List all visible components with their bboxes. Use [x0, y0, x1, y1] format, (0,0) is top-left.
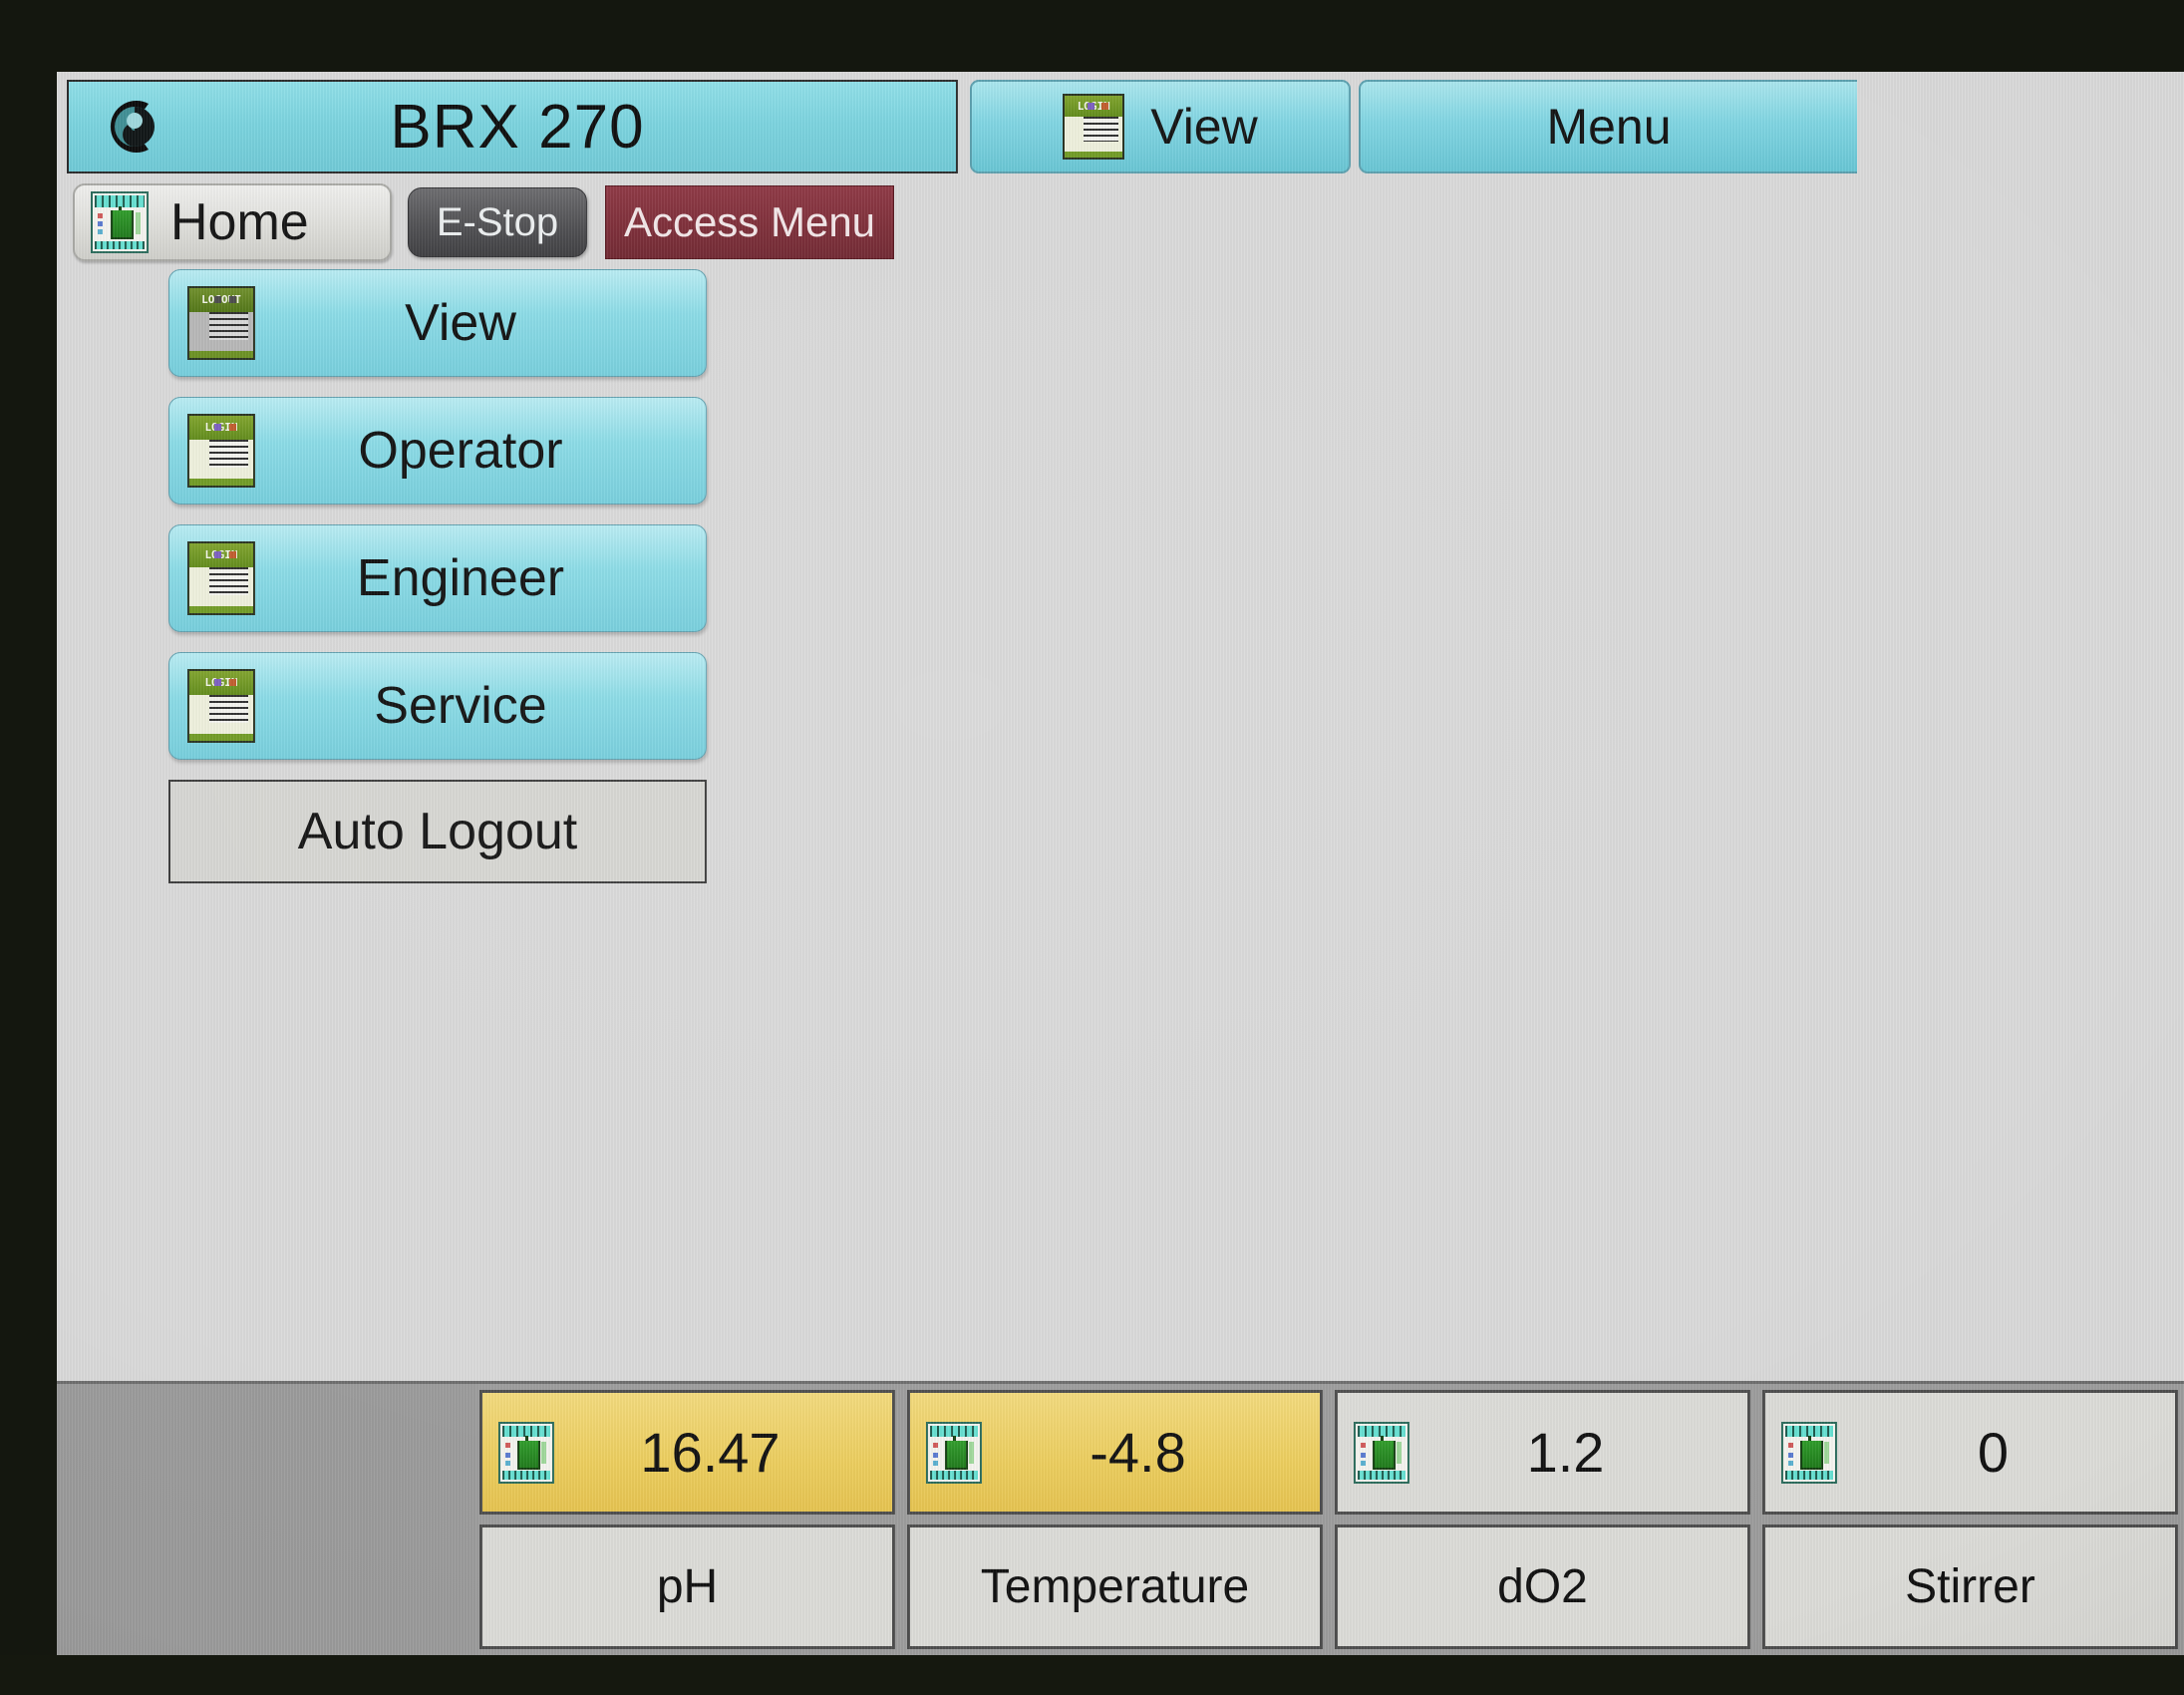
bioreactor-icon: [1354, 1421, 1409, 1484]
bezel-top: [0, 0, 2184, 72]
estop-button[interactable]: E-Stop: [408, 187, 587, 257]
photographed-hmi-panel: BRX 270 LOGIN View Menu: [0, 0, 2184, 1695]
status-label-stirrer[interactable]: Stirrer: [1762, 1525, 2178, 1649]
access-item-operator[interactable]: LOGIN Operator: [168, 397, 707, 505]
status-label-do2[interactable]: dO2: [1335, 1525, 1750, 1649]
bioreactor-icon: [498, 1421, 554, 1484]
status-value-stirrer[interactable]: 0: [1762, 1390, 2178, 1515]
bezel-left: [0, 0, 57, 1695]
status-value-do2-number: 1.2: [1526, 1421, 1605, 1484]
login-icon: LOGIN: [187, 541, 255, 615]
access-menu-label: Access Menu: [623, 198, 876, 245]
status-label-temperature[interactable]: Temperature: [907, 1525, 1323, 1649]
status-channel-ph: 16.47 pH: [479, 1390, 895, 1649]
status-channel-stirrer: 0 Stirrer: [1762, 1390, 2178, 1649]
logout-icon: LOGOUT: [187, 286, 255, 360]
auto-logout-label: Auto Logout: [297, 803, 578, 860]
swirl-logo-icon: [83, 92, 178, 162]
status-bar: 16.47 pH -4.8 Temperature 1.2 dO2 0 Stir…: [57, 1381, 2184, 1655]
status-value-do2[interactable]: 1.2: [1335, 1390, 1750, 1515]
header-view-button[interactable]: LOGIN View: [970, 80, 1351, 173]
status-bar-spacer: [57, 1384, 475, 1655]
access-level-list: LOGOUT View LOGIN Operator: [168, 269, 707, 883]
status-channel-grid: 16.47 pH -4.8 Temperature 1.2 dO2 0 Stir…: [479, 1390, 2178, 1649]
bioreactor-icon: [926, 1421, 982, 1484]
status-value-temperature-number: -4.8: [1090, 1421, 1186, 1484]
login-icon: LOGIN: [187, 414, 255, 488]
status-channel-do2: 1.2 dO2: [1335, 1390, 1750, 1649]
home-button[interactable]: Home: [73, 183, 392, 261]
bezel-bottom: [0, 1655, 2184, 1695]
access-item-engineer-label: Engineer: [356, 549, 565, 607]
access-item-view-label: View: [405, 294, 516, 352]
auto-logout-button[interactable]: Auto Logout: [168, 780, 707, 883]
status-label-ph[interactable]: pH: [479, 1525, 895, 1649]
page-title: BRX 270: [390, 92, 645, 162]
access-menu-button[interactable]: Access Menu: [605, 185, 894, 259]
status-value-temperature[interactable]: -4.8: [907, 1390, 1323, 1515]
header-view-label: View: [1150, 99, 1258, 155]
hmi-screen: BRX 270 LOGIN View Menu: [57, 72, 2184, 1655]
estop-button-label: E-Stop: [436, 199, 559, 244]
home-button-label: Home: [170, 193, 309, 251]
header-menu-label: Menu: [1546, 99, 1672, 155]
access-item-engineer[interactable]: LOGIN Engineer: [168, 524, 707, 632]
status-value-stirrer-number: 0: [1977, 1421, 2010, 1484]
login-icon: LOGIN: [1063, 94, 1125, 160]
access-item-service[interactable]: LOGIN Service: [168, 652, 707, 760]
status-value-ph[interactable]: 16.47: [479, 1390, 895, 1515]
title-bar: BRX 270: [67, 80, 958, 173]
status-value-ph-number: 16.47: [640, 1421, 780, 1484]
bioreactor-icon: [1781, 1421, 1837, 1484]
toolbar: Home E-Stop Access Menu: [57, 179, 2184, 265]
bioreactor-icon: [91, 191, 149, 253]
login-icon: LOGIN: [187, 669, 255, 743]
access-item-view[interactable]: LOGOUT View: [168, 269, 707, 377]
access-item-service-label: Service: [374, 677, 547, 735]
access-item-operator-label: Operator: [358, 422, 563, 480]
header-menu-button[interactable]: Menu: [1359, 80, 1857, 173]
status-channel-temperature: -4.8 Temperature: [907, 1390, 1323, 1649]
